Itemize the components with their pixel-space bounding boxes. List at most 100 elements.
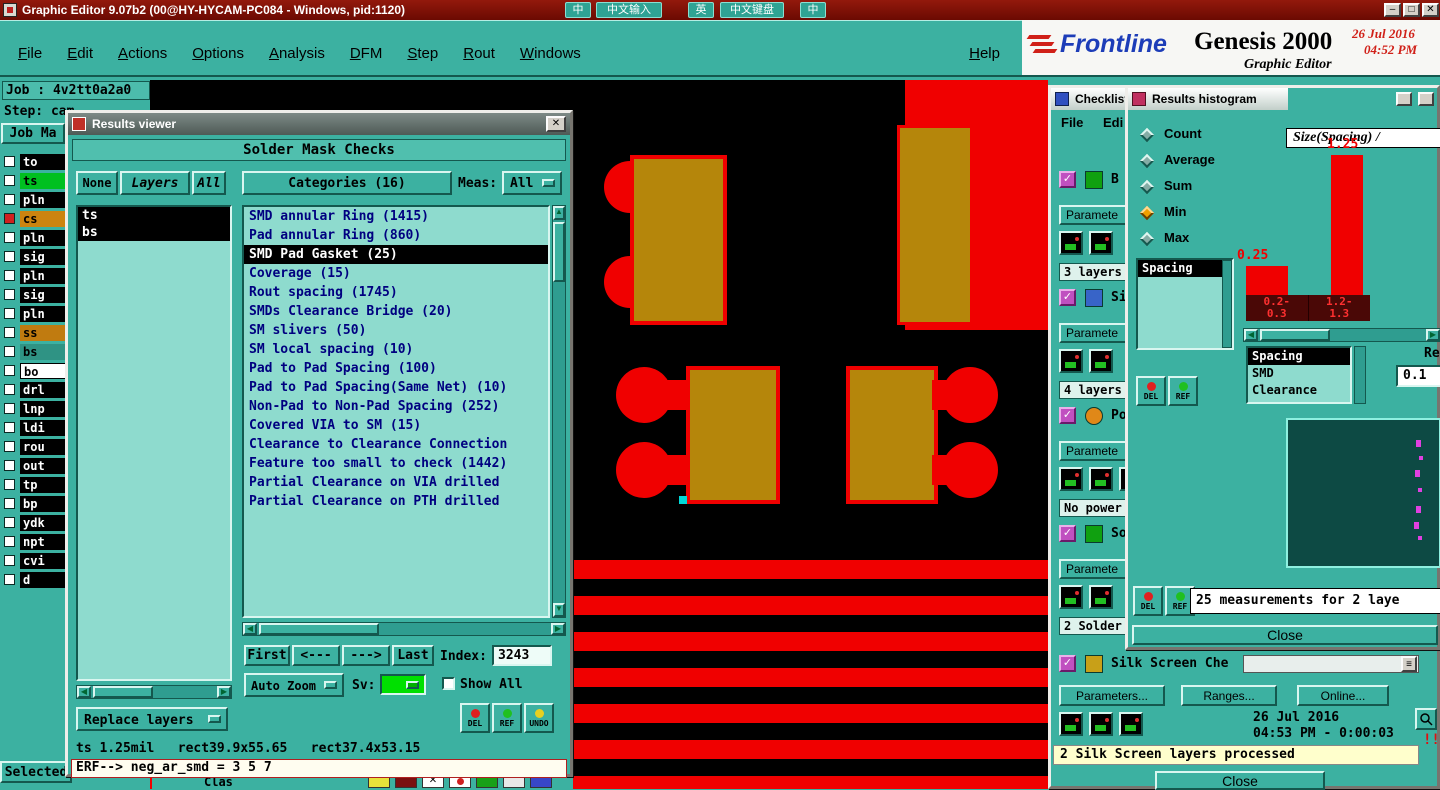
layer-name-chip[interactable]: cs	[20, 211, 66, 227]
parameters-footer-button[interactable]: Parameters...	[1059, 685, 1165, 706]
undo-button[interactable]: UNDO	[524, 703, 554, 733]
layer-name-chip[interactable]: to	[20, 154, 66, 170]
ime-button[interactable]: 中	[565, 2, 591, 18]
ranges-button[interactable]: Ranges...	[1181, 685, 1277, 706]
category-item[interactable]: Coverage (15)	[244, 264, 548, 283]
close-button[interactable]: ✕	[1422, 3, 1439, 17]
auto-zoom-dropdown[interactable]: Auto Zoom	[244, 673, 344, 697]
type-listbox[interactable]: Spacing SMD Clearance	[1246, 346, 1352, 404]
layer-visibility-checkbox[interactable]	[4, 403, 15, 414]
filter-none-button[interactable]: None	[76, 171, 118, 195]
layer-visibility-checkbox[interactable]	[4, 422, 15, 433]
filter-layers-button[interactable]: Layers	[120, 171, 190, 195]
menu-windows[interactable]: Windows	[520, 45, 581, 62]
type-item[interactable]: Clearance	[1248, 382, 1350, 399]
stat-min[interactable]: Min	[1139, 204, 1236, 224]
histogram-window-button[interactable]	[1418, 92, 1434, 106]
reference-button[interactable]: REF	[1168, 376, 1198, 406]
layer-visibility-checkbox[interactable]	[4, 194, 15, 205]
checklist-checkbox[interactable]: ✓	[1059, 407, 1076, 424]
layer-visibility-checkbox[interactable]	[4, 574, 15, 585]
layers-h-scrollbar[interactable]: ◀ ▶	[76, 685, 232, 699]
layer-visibility-checkbox[interactable]	[4, 384, 15, 395]
measure-scrollbar[interactable]	[1222, 260, 1232, 348]
histogram-h-scrollbar[interactable]: ◀ ▶	[1243, 328, 1440, 342]
layer-visibility-checkbox[interactable]	[4, 498, 15, 509]
section-bar-button[interactable]: ≡	[1401, 656, 1417, 672]
layer-visibility-checkbox[interactable]	[4, 517, 15, 528]
layer-name-chip[interactable]: tp	[20, 477, 66, 493]
layer-visibility-checkbox[interactable]	[4, 156, 15, 167]
run-action-icon[interactable]	[1059, 231, 1083, 255]
index-input[interactable]: 3243	[492, 645, 552, 666]
layer-name-chip[interactable]: sig	[20, 287, 66, 303]
menu-help[interactable]: Help	[969, 45, 1000, 62]
layer-visibility-checkbox[interactable]	[4, 365, 15, 376]
reference-button[interactable]: REF	[492, 703, 522, 733]
layer-name-chip[interactable]: pln	[20, 230, 66, 246]
layer-name-chip[interactable]: out	[20, 458, 66, 474]
categories-list[interactable]: SMD annular Ring (1415) Pad annular Ring…	[242, 205, 550, 618]
measure-item[interactable]: Spacing	[1138, 260, 1232, 277]
menu-file[interactable]: File	[18, 45, 42, 62]
category-item[interactable]: Covered VIA to SM (15)	[244, 416, 548, 435]
category-item[interactable]: Rout spacing (1745)	[244, 283, 548, 302]
menu-options[interactable]: Options	[192, 45, 244, 62]
result-layer-item[interactable]: bs	[78, 224, 230, 241]
threshold-value[interactable]: 0.1	[1396, 365, 1440, 387]
menu-actions[interactable]: Actions	[118, 45, 167, 62]
category-item[interactable]: Pad annular Ring (860)	[244, 226, 548, 245]
layer-visibility-checkbox[interactable]	[4, 270, 15, 281]
menu-dfm[interactable]: DFM	[350, 45, 383, 62]
menu-step[interactable]: Step	[407, 45, 438, 62]
sv-color-swatch[interactable]	[380, 674, 426, 695]
layer-name-chip[interactable]: ss	[20, 325, 66, 341]
erf-command-line[interactable]: ERF--> neg_ar_smd = 3 5 7	[71, 759, 567, 778]
job-manager-tab[interactable]: Job Ma	[1, 123, 65, 144]
ime-button[interactable]: 中	[800, 2, 826, 18]
category-item[interactable]: Non-Pad to Non-Pad Spacing (252)	[244, 397, 548, 416]
categories-h-scrollbar[interactable]: ◀ ▶	[242, 622, 566, 636]
checklist-checkbox[interactable]: ✓	[1059, 289, 1076, 306]
delete-button[interactable]: DEL	[1133, 586, 1163, 616]
category-item[interactable]: SM local spacing (10)	[244, 340, 548, 359]
menu-edit[interactable]: Edit	[67, 45, 93, 62]
nav-prev-button[interactable]: <---	[292, 645, 340, 666]
checklist-checkbox[interactable]: ✓	[1059, 655, 1076, 672]
category-item[interactable]: SMDs Clearance Bridge (20)	[244, 302, 548, 321]
minimize-button[interactable]: –	[1384, 3, 1401, 17]
run-action-icon[interactable]	[1089, 467, 1113, 491]
nav-last-button[interactable]: Last	[392, 645, 434, 666]
categories-v-scrollbar[interactable]: ▲ ▼	[552, 205, 566, 618]
layer-name-chip[interactable]: drl	[20, 382, 66, 398]
run-action-icon[interactable]	[1089, 585, 1113, 609]
layer-name-chip[interactable]: cvi	[20, 553, 66, 569]
menu-rout[interactable]: Rout	[463, 45, 495, 62]
run-action-icon[interactable]	[1059, 349, 1083, 373]
run-action-icon[interactable]	[1089, 349, 1113, 373]
layer-visibility-checkbox[interactable]	[4, 308, 15, 319]
layer-name-chip[interactable]: ydk	[20, 515, 66, 531]
layer-name-chip[interactable]: rou	[20, 439, 66, 455]
layer-visibility-checkbox[interactable]	[4, 327, 15, 338]
layer-visibility-checkbox[interactable]	[4, 441, 15, 452]
nav-first-button[interactable]: First	[244, 645, 290, 666]
meas-dropdown[interactable]: All	[502, 171, 562, 195]
run-action-icon[interactable]	[1059, 467, 1083, 491]
layer-visibility-checkbox[interactable]	[4, 289, 15, 300]
checklist-checkbox[interactable]: ✓	[1059, 171, 1076, 188]
run-action-icon[interactable]	[1119, 712, 1143, 736]
layer-visibility-checkbox[interactable]	[4, 555, 15, 566]
stat-average[interactable]: Average	[1139, 152, 1236, 172]
layer-visibility-checkbox[interactable]	[4, 479, 15, 490]
category-item-selected[interactable]: SMD Pad Gasket (25)	[244, 245, 548, 264]
category-item[interactable]: SM slivers (50)	[244, 321, 548, 340]
run-action-icon[interactable]	[1059, 585, 1083, 609]
checklist-checkbox[interactable]: ✓	[1059, 525, 1076, 542]
maximize-button[interactable]: □	[1403, 3, 1420, 17]
category-item[interactable]: Pad to Pad Spacing (100)	[244, 359, 548, 378]
histogram-titlebar[interactable]: Results histogram	[1128, 88, 1437, 110]
checklist-menu-file[interactable]: File	[1061, 115, 1083, 130]
ime-button[interactable]: 英	[688, 2, 714, 18]
run-action-icon[interactable]	[1089, 712, 1113, 736]
